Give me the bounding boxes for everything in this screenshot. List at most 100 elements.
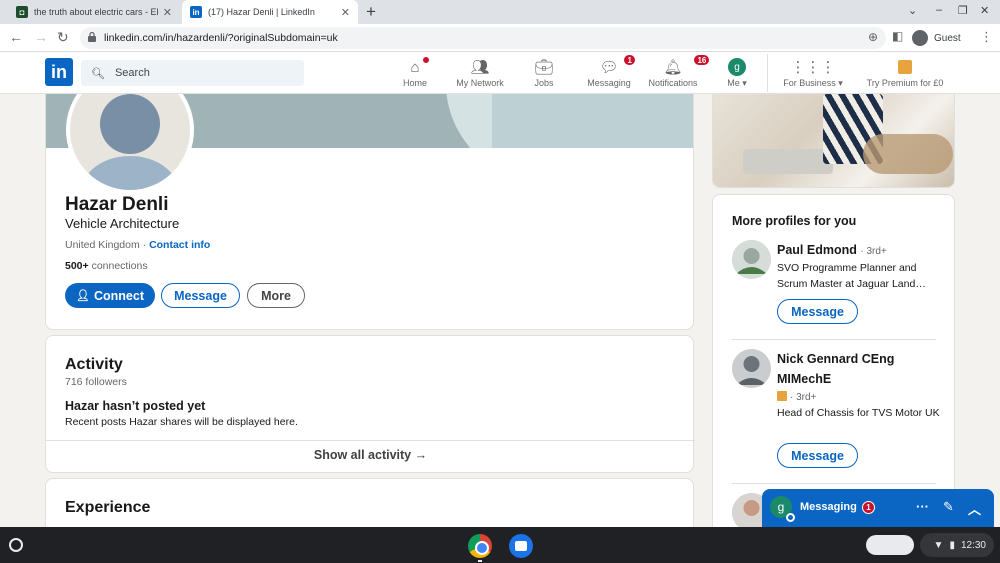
tray-pill[interactable] [866,535,914,555]
new-tab-button[interactable]: + [366,2,376,22]
profile-suggestion-headline: SVO Programme Planner and Scrum Master a… [777,262,926,290]
address-bar[interactable]: linkedin.com/in/hazardenli/?originalSubd… [80,27,886,49]
status-tray[interactable]: ▼ ▮ 12:30 [920,533,994,557]
experience-title: Experience [65,499,151,516]
online-status-icon [786,513,795,522]
message-button[interactable]: Message [777,443,858,468]
divider [732,483,936,484]
nav-notifications[interactable]: 🔔︎ 16 Notifications [645,54,711,92]
nav-jobs[interactable]: 💼︎ Jobs [528,56,560,92]
connect-button[interactable]: 👤︎ Connect [65,283,155,308]
nav-messaging[interactable]: 💬︎ 1 Messaging [583,54,636,92]
activity-title: Activity [65,356,123,373]
divider [732,339,936,340]
followers-count: 716 followers [65,376,127,388]
wifi-icon: ▼ [933,539,944,551]
chat-icon: 💬︎ 1 [599,54,636,78]
profile-suggestion-degree: · 3rd+ [777,389,942,406]
connections-count: 500+ connections [65,260,148,272]
messaging-badge: 1 [623,54,636,66]
battery-icon: ▮ [949,539,955,551]
no-posts-title: Hazar hasn’t posted yet [65,399,206,413]
more-horiz-icon[interactable]: ··· [916,499,929,514]
minimize-icon[interactable]: – [936,4,942,16]
linkedin-logo[interactable]: in [45,58,73,86]
compose-icon[interactable]: ✎ [943,499,954,515]
back-icon[interactable]: ← [9,29,23,45]
ad-image [713,94,954,187]
profile-photo[interactable] [66,94,194,194]
messaging-widget[interactable]: g Messaging 1 ··· ✎ ︿ [762,489,994,527]
search-input[interactable]: 🔍︎ Search [81,60,304,86]
grid-icon: ⋮⋮⋮ [790,59,836,76]
reload-icon[interactable]: ↻ [57,29,69,46]
avatar[interactable] [732,240,771,279]
profile-label: Guest [934,32,961,44]
nav-label: Me ▾ [727,78,747,88]
active-app-indicator [478,560,482,562]
people-icon: 👥︎ [470,59,490,76]
message-button[interactable]: Message [161,283,240,308]
browser-tab-linkedin[interactable]: in (17) Hazar Denli | LinkedIn ✕ [182,0,358,24]
search-placeholder: Search [114,67,150,79]
nav-home[interactable]: ⌂ Home [398,56,432,92]
side-panel-icon[interactable]: ◧ [892,29,903,43]
divider [46,440,695,441]
avatar[interactable] [732,349,771,388]
chevron-down-icon[interactable]: ⌄ [908,4,917,17]
profile-headline: Vehicle Architecture [65,216,180,231]
more-profiles-title: More profiles for you [732,214,857,228]
add-person-icon: 👤︎ [76,290,90,302]
nav-for-business[interactable]: ⋮⋮⋮ For Business ▾ [778,56,848,92]
messaging-widget-badge: 1 [862,501,875,514]
nav-premium[interactable]: Try Premium for £0 [862,56,948,92]
nav-label: For Business ▾ [783,78,843,88]
notifications-badge: 16 [693,54,711,66]
close-icon[interactable]: ✕ [163,6,172,19]
nav-label: My Network [456,78,504,88]
files-icon[interactable] [509,534,533,558]
activity-card: Activity 716 followers Hazar hasn’t post… [45,335,695,473]
nav-divider [767,54,768,92]
url-text: linkedin.com/in/hazardenli/?originalSubd… [104,32,338,44]
profile-card: Hazar Denli Vehicle Architecture United … [45,94,694,330]
message-button[interactable]: Message [777,299,858,324]
profile-suggestion-name[interactable]: Nick Gennard CEng MIMechE [777,349,942,389]
linkedin-navbar: in 🔍︎ Search ⌂ Home 👥︎ My Network 💼︎ Job… [0,52,1000,94]
me-avatar: g [728,58,746,76]
linkedin-icon: in [190,6,202,18]
forward-icon[interactable]: → [34,29,48,45]
chevron-up-icon[interactable]: ︿ [968,499,981,518]
search-icon: 🔍︎ [91,67,105,80]
more-vert-icon[interactable]: ⋮ [980,29,993,45]
close-window-icon[interactable]: ✕ [980,4,989,17]
nav-label: Home [402,78,427,88]
linkedin-icon [777,391,787,401]
guest-avatar-icon [912,30,928,46]
home-icon: ⌂ [410,56,431,78]
zoom-icon[interactable]: ⊕ [868,30,878,44]
messaging-label: Messaging [800,501,857,513]
chrome-icon[interactable] [468,534,492,558]
green-square-icon: ◘ [16,6,28,18]
restore-icon[interactable]: ❐ [958,4,968,17]
profile-name: Hazar Denli [65,194,169,215]
contact-info-link[interactable]: Contact info [149,239,210,251]
show-all-activity-link[interactable]: Show all activity → [46,448,695,462]
nav-me[interactable]: g Me ▾ [722,56,752,92]
profile-suggestion-name[interactable]: Paul Edmond · 3rd+ [777,240,942,262]
profile-button[interactable]: Guest [912,27,961,49]
profile-location-row: United Kingdom · Contact info [65,239,211,251]
nav-label: Try Premium for £0 [866,78,944,88]
browser-tab-electric-cars[interactable]: ◘ the truth about electric cars - Ele ✕ [8,0,180,24]
nav-my-network[interactable]: 👥︎ My Network [452,56,508,92]
more-button[interactable]: More [247,283,305,308]
launcher-icon[interactable] [9,538,23,552]
bell-icon: 🔔︎ 16 [663,54,711,78]
list-item: Nick Gennard CEng MIMechE · 3rd+ Head of… [732,349,942,469]
clock: 12:30 [960,539,986,551]
ad-card[interactable] [712,94,955,188]
close-icon[interactable]: ✕ [341,6,350,19]
nav-label: Notifications [648,78,698,88]
browser-tab-strip: ◘ the truth about electric cars - Ele ✕ … [0,0,1000,24]
